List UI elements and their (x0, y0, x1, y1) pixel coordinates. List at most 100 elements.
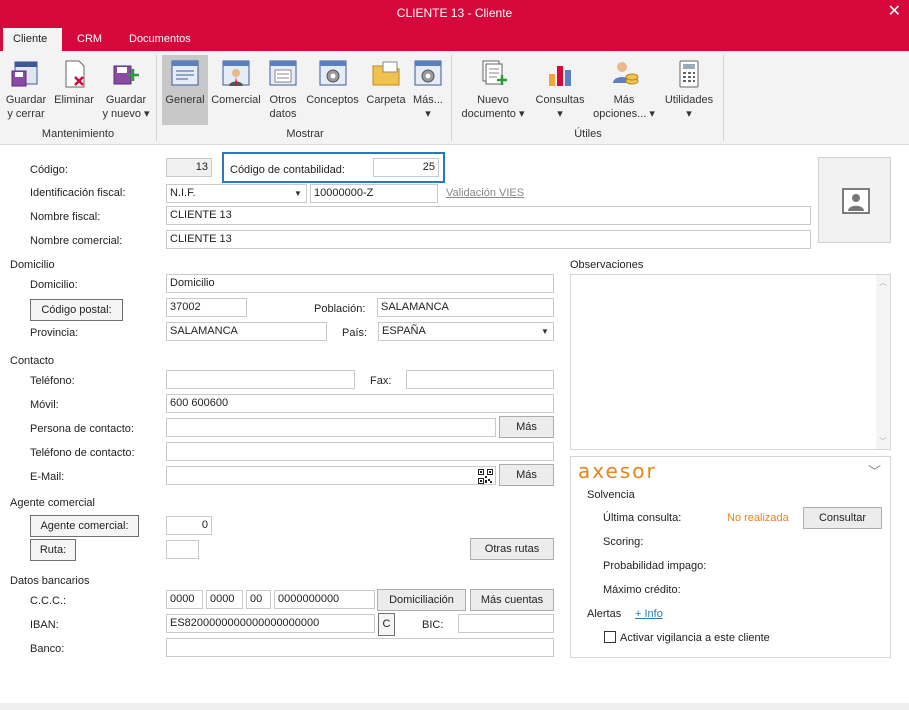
iban-calc-button[interactable]: C (378, 613, 395, 636)
observaciones-textarea[interactable]: ︿ ﹀ (570, 274, 891, 450)
group-mostrar: Mostrar (286, 128, 324, 140)
mas-persona-button[interactable]: Más (499, 416, 554, 438)
banco-field[interactable] (166, 638, 554, 657)
new-document-icon (482, 60, 507, 85)
identificacion-tipo-select[interactable]: N.I.F. ▼ (166, 184, 307, 203)
codigo-field[interactable]: 13 (166, 158, 212, 177)
dropdown-arrow-icon[interactable]: ▼ (537, 323, 553, 340)
scroll-up-icon[interactable]: ︿ (879, 277, 887, 288)
codigo-postal-field[interactable]: 37002 (166, 298, 247, 317)
ccc-cuenta-field[interactable]: 0000000000 (274, 590, 375, 609)
codigo-postal-button[interactable]: Código postal: (30, 299, 123, 321)
guardar-cerrar-button[interactable]: Guardar y cerrar (3, 55, 49, 121)
ultima-consulta-value: No realizada (727, 512, 789, 524)
ruta-field[interactable] (166, 540, 199, 559)
observaciones-scrollbar[interactable]: ︿ ﹀ (876, 275, 890, 449)
comercial-icon (222, 60, 250, 86)
otros-datos-label-2: datos (269, 108, 297, 120)
utilidades-button[interactable]: Utilidades ▾ (660, 55, 718, 121)
chevron-down-icon[interactable]: ﹀ (868, 461, 881, 480)
ruta-button[interactable]: Ruta: (30, 539, 76, 561)
iban-field[interactable]: ES8200000000000000000000 (166, 614, 375, 633)
movil-label: Móvil: (30, 399, 59, 411)
solvencia-label: Solvencia (587, 489, 635, 501)
otros-datos-label-1: Otros (269, 94, 297, 106)
chart-icon (549, 66, 571, 86)
observaciones-label: Observaciones (570, 259, 644, 271)
mas-label-2: ▾ (425, 108, 431, 120)
ribbon: Guardar y cerrar Eliminar Guardar y nuev… (0, 51, 909, 145)
nombre-fiscal-field[interactable]: CLIENTE 13 (166, 206, 811, 225)
movil-field[interactable]: 600 600600 (166, 394, 554, 413)
telefono-contacto-field[interactable] (166, 442, 554, 461)
contacto-section: Contacto (10, 355, 55, 367)
telefono-label: Teléfono: (30, 375, 75, 387)
otros-datos-icon (269, 60, 297, 86)
otros-datos-button[interactable]: Otros datos (264, 55, 302, 121)
eliminar-button[interactable]: Eliminar (52, 55, 96, 107)
photo-placeholder[interactable] (818, 157, 891, 243)
user-coins-icon (613, 62, 639, 85)
nombre-comercial-field[interactable]: CLIENTE 13 (166, 230, 811, 249)
conceptos-button[interactable]: Conceptos (304, 55, 361, 107)
group-utiles: Útiles (574, 128, 602, 140)
calculator-icon (679, 60, 699, 88)
identificacion-field[interactable]: 10000000-Z (310, 184, 438, 203)
nombre-fiscal-label: Nombre fiscal: (30, 211, 101, 223)
guardar-nuevo-button[interactable]: Guardar y nuevo ▾ (100, 55, 152, 121)
ccc-label: C.C.C.: (30, 595, 67, 607)
tab-cliente[interactable]: Cliente (3, 28, 62, 51)
mas-opciones-label-2: opciones... ▾ (593, 108, 655, 120)
poblacion-field[interactable]: SALAMANCA (377, 298, 554, 317)
domicilio-field[interactable]: Domicilio (166, 274, 554, 293)
consultas-button[interactable]: Consultas ▾ (532, 55, 588, 121)
info-link[interactable]: + Info (635, 608, 663, 620)
mas-mostrar-button[interactable]: Más... ▾ (410, 55, 446, 121)
otras-rutas-button[interactable]: Otras rutas (470, 538, 554, 560)
agente-comercial-button[interactable]: Agente comercial: (30, 515, 139, 537)
status-bar (0, 703, 909, 710)
save-close-icon (11, 61, 38, 87)
validacion-vies-link[interactable]: Validación VIES (446, 187, 524, 199)
ccc-dc-field[interactable]: 00 (246, 590, 271, 609)
carpeta-button[interactable]: Carpeta (364, 55, 408, 107)
domiciliacion-button[interactable]: Domiciliación (377, 589, 466, 611)
consultar-button[interactable]: Consultar (803, 507, 882, 529)
mas-cuentas-button[interactable]: Más cuentas (470, 589, 554, 611)
tab-documentos[interactable]: Documentos (119, 28, 201, 51)
ccc-entidad-field[interactable]: 0000 (166, 590, 203, 609)
vigilancia-checkbox[interactable] (604, 631, 616, 643)
dropdown-arrow-icon[interactable]: ▼ (290, 185, 306, 202)
alertas-label: Alertas (587, 608, 622, 620)
identificacion-label: Identificación fiscal: (30, 187, 126, 199)
agente-section: Agente comercial (10, 497, 95, 509)
fax-field[interactable] (406, 370, 554, 389)
close-icon[interactable]: ✕ (888, 1, 901, 21)
email-field[interactable] (166, 466, 496, 485)
utilidades-label-2: ▾ (686, 108, 692, 120)
pais-label: País: (342, 327, 368, 339)
utilidades-label-1: Utilidades (664, 94, 714, 106)
axesor-logo-text: axesor (578, 459, 657, 483)
provincia-field[interactable]: SALAMANCA (166, 322, 327, 341)
mas-opciones-button[interactable]: Más opciones... ▾ (590, 55, 658, 121)
bic-label: BIC: (422, 619, 444, 631)
agente-comercial-field[interactable]: 0 (166, 516, 212, 535)
persona-contacto-field[interactable] (166, 418, 496, 437)
qr-code-icon[interactable] (478, 469, 493, 484)
telefono-field[interactable] (166, 370, 355, 389)
ccc-oficina-field[interactable]: 0000 (206, 590, 243, 609)
scroll-down-icon[interactable]: ﹀ (879, 436, 887, 447)
codigo-contabilidad-field[interactable]: 25 (373, 158, 439, 177)
tab-bar: Cliente CRM Documentos (0, 28, 909, 51)
poblacion-label: Población: (314, 303, 366, 315)
pais-value: ESPAÑA (382, 325, 426, 337)
general-button[interactable]: General (162, 55, 208, 125)
pais-select[interactable]: ESPAÑA ▼ (378, 322, 554, 341)
provincia-label: Provincia: (30, 327, 79, 339)
mas-email-button[interactable]: Más (499, 464, 554, 486)
bic-field[interactable] (458, 614, 554, 633)
nuevo-documento-button[interactable]: Nuevo documento ▾ (456, 55, 530, 121)
tab-crm[interactable]: CRM (67, 28, 112, 51)
comercial-button[interactable]: Comercial (211, 55, 261, 107)
